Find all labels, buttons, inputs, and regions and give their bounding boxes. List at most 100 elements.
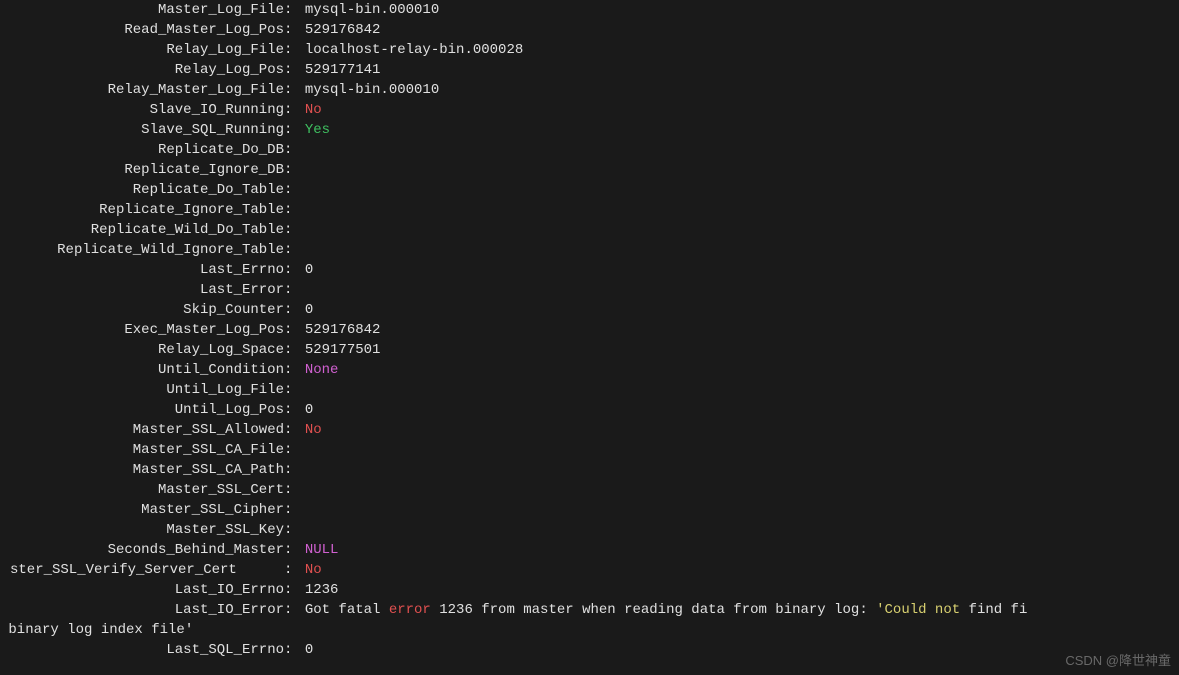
status-row: Replicate_Do_DB: [0,140,1179,160]
status-label: Master_SSL_Cipher [0,500,284,520]
status-row: Master_SSL_Allowed: No [0,420,1179,440]
status-label: Replicate_Ignore_Table [0,200,284,220]
error-fragment: find fi [960,602,1027,618]
status-label: Replicate_Wild_Do_Table [0,220,284,240]
status-row: Skip_Counter: 0 [0,300,1179,320]
separator: : [284,440,305,460]
status-value: mysql-bin.000010 [305,80,439,100]
separator: : [284,500,305,520]
status-label: Relay_Master_Log_File [0,80,284,100]
status-label: Slave_IO_Running [0,100,284,120]
separator: : [284,80,305,100]
status-row-wrap: binary log index file' [0,620,1179,640]
separator: : [284,140,305,160]
status-label: Last_SQL_Errno [0,640,284,660]
status-row: Master_SSL_CA_Path: [0,460,1179,480]
status-row: Slave_SQL_Running: Yes [0,120,1179,140]
separator: : [284,200,305,220]
separator: : [284,540,305,560]
status-value: 529177141 [305,60,381,80]
separator: : [284,320,305,340]
separator: : [284,120,305,140]
status-label: Seconds_Behind_Master [0,540,284,560]
status-row: Replicate_Wild_Do_Table: [0,220,1179,240]
separator: : [284,240,305,260]
status-label: Relay_Log_File [0,40,284,60]
status-value: 529176842 [305,320,381,340]
status-value: 0 [305,260,313,280]
terminal-output[interactable]: Master_Log_File: mysql-bin.000010Read_Ma… [0,0,1179,660]
status-label: Slave_SQL_Running [0,120,284,140]
status-row: Slave_IO_Running: No [0,100,1179,120]
separator: : [284,520,305,540]
status-label: Relay_Log_Space [0,340,284,360]
status-row: Until_Log_File: [0,380,1179,400]
status-row: Master_Log_File: mysql-bin.000010 [0,0,1179,20]
status-label: Replicate_Do_DB [0,140,284,160]
status-row: Relay_Log_Space: 529177501 [0,340,1179,360]
status-row: Until_Condition: None [0,360,1179,380]
status-value: 529176842 [305,20,381,40]
status-label: Exec_Master_Log_Pos [0,320,284,340]
separator: : [284,480,305,500]
status-label: Master_SSL_Allowed [0,420,284,440]
status-value: localhost-relay-bin.000028 [305,40,523,60]
status-row: Read_Master_Log_Pos: 529176842 [0,20,1179,40]
status-row: Replicate_Ignore_DB: [0,160,1179,180]
status-row: Replicate_Wild_Ignore_Table: [0,240,1179,260]
status-label: Read_Master_Log_Pos [0,20,284,40]
separator: : [284,180,305,200]
status-row: Master_SSL_Cipher: [0,500,1179,520]
separator: : [284,340,305,360]
status-row: Last_Error: [0,280,1179,300]
status-label: Master_SSL_Cert [0,480,284,500]
status-value: 0 [305,400,313,420]
status-label: Master_SSL_CA_Path [0,460,284,480]
status-row: Master_SSL_Cert: [0,480,1179,500]
separator: : [284,380,305,400]
error-wrap-text: binary log index file' [0,620,193,640]
status-label: Last_IO_Errno [0,580,284,600]
watermark-text: CSDN @降世神童 [1065,651,1171,671]
status-value: No [305,420,322,440]
status-row: Replicate_Do_Table: [0,180,1179,200]
status-label: Until_Log_File [0,380,284,400]
status-label: Replicate_Ignore_DB [0,160,284,180]
status-value: 1236 [305,580,339,600]
status-row: Last_Errno: 0 [0,260,1179,280]
status-row: Last_IO_Errno: 1236 [0,580,1179,600]
status-row: Relay_Log_File: localhost-relay-bin.0000… [0,40,1179,60]
status-label: Until_Condition [0,360,284,380]
status-label: Relay_Log_Pos [0,60,284,80]
status-row: Replicate_Ignore_Table: [0,200,1179,220]
separator: : [284,560,305,580]
error-fragment: 1236 from master when reading data from … [431,602,876,618]
status-value: 529177501 [305,340,381,360]
status-row: Relay_Master_Log_File: mysql-bin.000010 [0,80,1179,100]
status-label: Replicate_Wild_Ignore_Table [0,240,284,260]
separator: : [284,600,305,620]
status-value: None [305,360,339,380]
separator: : [284,40,305,60]
status-row: Until_Log_Pos: 0 [0,400,1179,420]
status-value: 0 [305,640,313,660]
separator: : [284,220,305,240]
separator: : [284,260,305,280]
separator: : [284,280,305,300]
separator: : [284,400,305,420]
last-io-error-value: Got fatal error 1236 from master when re… [305,600,1028,620]
status-label: Last_Errno [0,260,284,280]
status-value: NULL [305,540,339,560]
status-row: Seconds_Behind_Master: NULL [0,540,1179,560]
status-value: Yes [305,120,330,140]
status-label: Master_SSL_Key [0,520,284,540]
status-row: Master_SSL_CA_File: [0,440,1179,460]
status-value: mysql-bin.000010 [305,0,439,20]
status-row: ster_SSL_Verify_Server_Cert: No [0,560,1179,580]
status-value: No [305,560,322,580]
status-value: No [305,100,322,120]
error-fragment: Got fatal [305,602,389,618]
status-row: Relay_Log_Pos: 529177141 [0,60,1179,80]
separator: : [284,100,305,120]
separator: : [284,0,305,20]
